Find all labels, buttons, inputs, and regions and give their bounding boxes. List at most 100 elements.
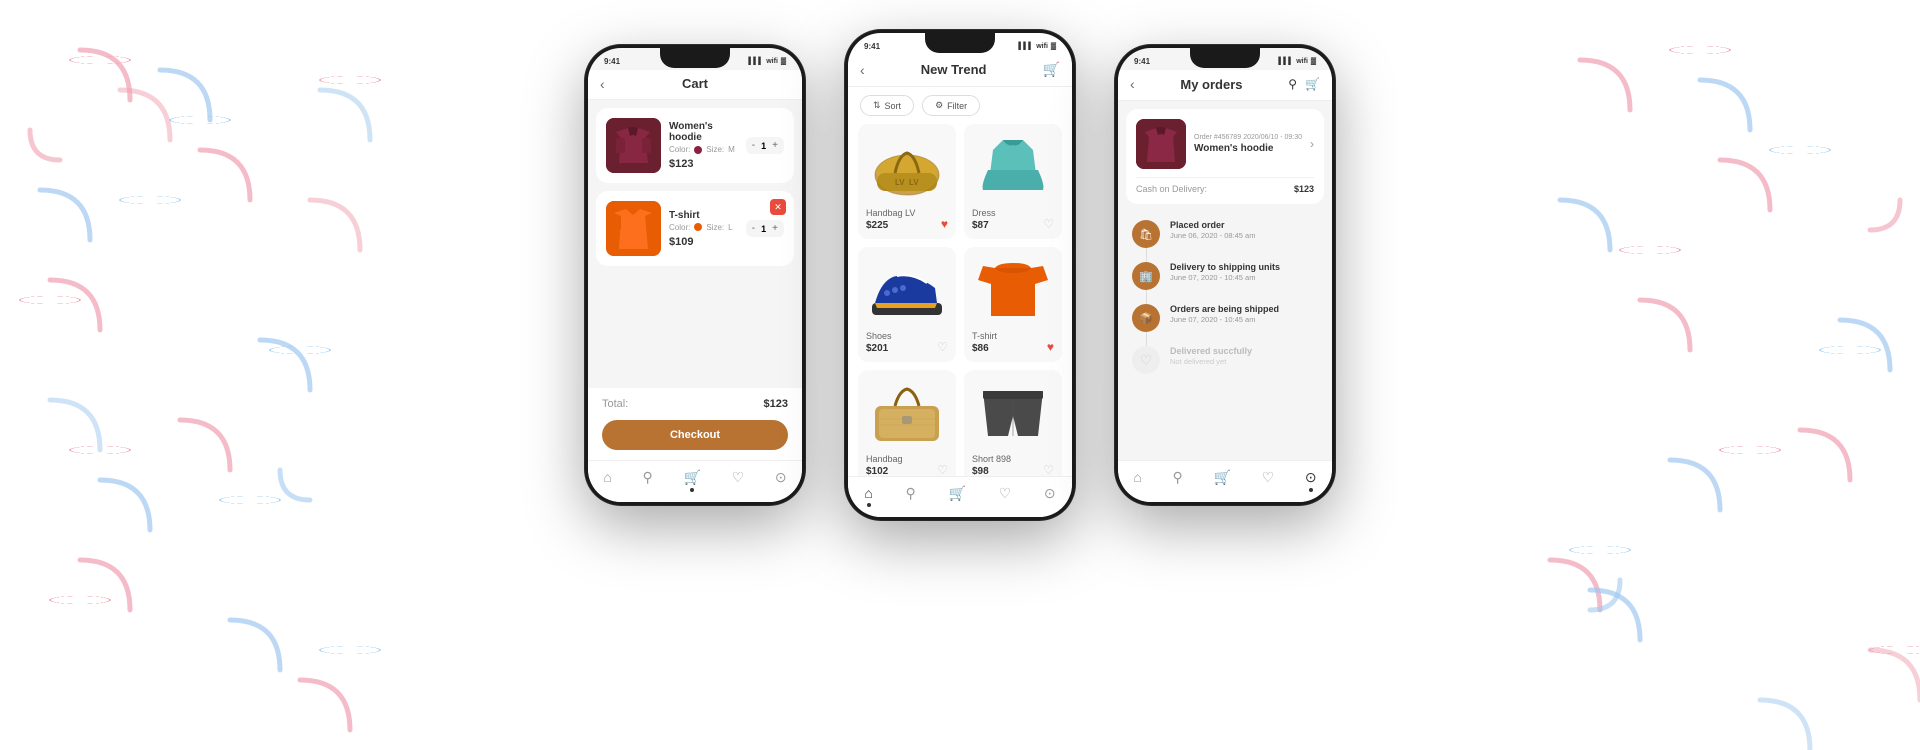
nav-search-orders[interactable]: ⚲	[1173, 469, 1183, 492]
status-icons-cart: ▌▌▌ wifi ▓	[748, 58, 786, 65]
timeline-content-1: Placed order June 06, 2020 - 08:45 am	[1170, 220, 1318, 240]
nav-home-trend[interactable]: ⌂	[864, 485, 872, 507]
cart-item-2-name: T-shirt	[669, 210, 738, 221]
qty-control-1[interactable]: - 1 +	[746, 137, 784, 154]
qty-control-2[interactable]: - 1 +	[746, 220, 784, 237]
delete-item-2[interactable]: ✕	[770, 199, 786, 215]
order-timeline: 🛍 Placed order June 06, 2020 - 08:45 am …	[1118, 212, 1332, 460]
product-short[interactable]: Short 898 $98 ♡	[964, 370, 1062, 476]
nav-profile-trend[interactable]: ⊙	[1044, 485, 1056, 507]
nav-profile-orders[interactable]: ⊙	[1305, 469, 1317, 492]
timeline-title-3: Orders are being shipped	[1170, 304, 1318, 314]
cart-item-1: Women's hoodie Color: Size: M $123 -	[596, 108, 794, 183]
heart-short[interactable]: ♡	[1043, 463, 1054, 476]
timeline-item-1: 🛍 Placed order June 06, 2020 - 08:45 am	[1132, 220, 1318, 248]
cart-item-1-price: $123	[669, 158, 738, 170]
product-handbag-name: Handbag	[866, 454, 948, 464]
search-icon-orders[interactable]: ⚲	[1288, 77, 1297, 91]
nav-cart-cart[interactable]: 🛒	[683, 469, 700, 492]
product-tshirt-name: T-shirt	[972, 331, 1054, 341]
timeline-date-3: June 07, 2020 - 10:45 am	[1170, 315, 1318, 324]
cart-item-1-name: Women's hoodie	[669, 121, 738, 143]
order-meta: Order #456789 2020/06/10 - 09:30	[1194, 134, 1302, 141]
cart-icon-trend[interactable]: 🛒	[1043, 61, 1060, 78]
dress-image	[972, 132, 1054, 202]
order-info: Order #456789 2020/06/10 - 09:30 Women's…	[1194, 134, 1302, 154]
handbag-image	[866, 378, 948, 448]
payment-label: Cash on Delivery:	[1136, 184, 1207, 194]
nav-cart-trend[interactable]: 🛒	[948, 485, 965, 507]
back-button-orders[interactable]: ‹	[1130, 76, 1135, 92]
cart-item-2-meta: Color: Size: L	[669, 223, 738, 232]
color-dot-2	[694, 223, 702, 231]
notch-orders	[1190, 48, 1260, 68]
phone-cart: 9:41 ▌▌▌ wifi ▓ ‹ Cart	[585, 45, 805, 505]
cart-items-list: Women's hoodie Color: Size: M $123 -	[588, 100, 802, 388]
product-shoes[interactable]: Shoes $201 ♡	[858, 247, 956, 362]
nav-search-trend[interactable]: ⚲	[906, 485, 916, 507]
phone-orders-screen: 9:41 ▌▌▌ wifi ▓ ‹ My orders ⚲ 🛒	[1118, 48, 1332, 502]
qty-val-2: 1	[761, 224, 766, 234]
timeline-content-3: Orders are being shipped June 07, 2020 -…	[1170, 304, 1318, 324]
status-icons-trend: ▌▌▌ wifi ▓	[1018, 43, 1056, 50]
nav-home-orders[interactable]: ⌂	[1133, 469, 1141, 492]
heart-handbag[interactable]: ♡	[937, 463, 948, 476]
product-tshirt[interactable]: T-shirt $86 ♥	[964, 247, 1062, 362]
trend-grid: LV LV Handbag LV $225 ♥	[848, 124, 1072, 476]
bottom-nav-trend: ⌂ ⚲ 🛒 ♡ ⊙	[848, 476, 1072, 517]
nav-heart-trend[interactable]: ♡	[999, 485, 1012, 507]
nav-home-cart[interactable]: ⌂	[603, 469, 611, 492]
battery-icon-trend: ▓	[1051, 43, 1056, 50]
home-icon-orders: ⌂	[1133, 469, 1141, 485]
nav-search-cart[interactable]: ⚲	[643, 469, 653, 492]
product-handbag[interactable]: Handbag $102 ♡	[858, 370, 956, 476]
qty-minus-2[interactable]: -	[752, 223, 755, 234]
svg-text:LV: LV	[895, 178, 905, 187]
back-button-trend[interactable]: ‹	[860, 62, 865, 78]
cart-item-2: T-shirt Color: Size: L $109 - 1	[596, 191, 794, 266]
time-trend: 9:41	[864, 42, 880, 51]
qty-plus-2[interactable]: +	[772, 223, 778, 234]
cart-icon-cart: 🛒	[683, 469, 700, 486]
sort-button[interactable]: ⇅ Sort	[860, 95, 914, 116]
trend-screen: 9:41 ▌▌▌ wifi ▓ ‹ New Trend 🛒 ⇅	[848, 33, 1072, 517]
cart-footer: Total: $123 Checkout	[588, 388, 802, 460]
filter-button[interactable]: ⚙ Filter	[922, 95, 980, 116]
nav-active-dot-cart	[690, 488, 694, 492]
svg-text:LV: LV	[909, 178, 919, 187]
heart-shoes[interactable]: ♡	[937, 340, 948, 354]
timeline-item-2: 🏢 Delivery to shipping units June 07, 20…	[1132, 262, 1318, 290]
orders-header: ‹ My orders ⚲ 🛒	[1118, 70, 1332, 101]
back-button-cart[interactable]: ‹	[600, 76, 605, 92]
cart-icon-orders-nav: 🛒	[1213, 469, 1230, 486]
timeline-icon-4: ♡	[1132, 346, 1160, 374]
notch-cart	[660, 48, 730, 68]
checkout-button[interactable]: Checkout	[602, 420, 788, 450]
order-product-name: Women's hoodie	[1194, 143, 1302, 154]
timeline-date-2: June 07, 2020 - 10:45 am	[1170, 273, 1318, 282]
order-arrow[interactable]: ›	[1310, 137, 1314, 151]
nav-profile-cart[interactable]: ⊙	[775, 469, 787, 492]
phone-trend-screen: 9:41 ▌▌▌ wifi ▓ ‹ New Trend 🛒 ⇅	[848, 33, 1072, 517]
profile-icon-cart: ⊙	[775, 469, 787, 486]
timeline-icon-3: 📦	[1132, 304, 1160, 332]
wifi-icon: wifi	[766, 58, 778, 65]
product-short-name: Short 898	[972, 454, 1054, 464]
signal-icon: ▌▌▌	[748, 58, 763, 65]
orders-title: My orders	[1180, 77, 1242, 92]
heart-icon-trend: ♡	[999, 485, 1012, 502]
qty-minus-1[interactable]: -	[752, 140, 755, 151]
nav-cart-orders[interactable]: 🛒	[1213, 469, 1230, 492]
qty-plus-1[interactable]: +	[772, 140, 778, 151]
cart-icon-orders[interactable]: 🛒	[1305, 77, 1320, 91]
heart-dress[interactable]: ♡	[1043, 217, 1054, 231]
heart-handbag-lv[interactable]: ♥	[941, 217, 948, 231]
nav-heart-cart[interactable]: ♡	[732, 469, 745, 492]
bottom-nav-orders: ⌂ ⚲ 🛒 ♡ ⊙	[1118, 460, 1332, 502]
phone-orders: 9:41 ▌▌▌ wifi ▓ ‹ My orders ⚲ 🛒	[1115, 45, 1335, 505]
heart-tshirt[interactable]: ♥	[1047, 340, 1054, 354]
product-dress[interactable]: Dress $87 ♡	[964, 124, 1062, 239]
nav-heart-orders[interactable]: ♡	[1262, 469, 1275, 492]
product-handbag-lv[interactable]: LV LV Handbag LV $225 ♥	[858, 124, 956, 239]
home-icon-trend: ⌂	[864, 485, 872, 501]
